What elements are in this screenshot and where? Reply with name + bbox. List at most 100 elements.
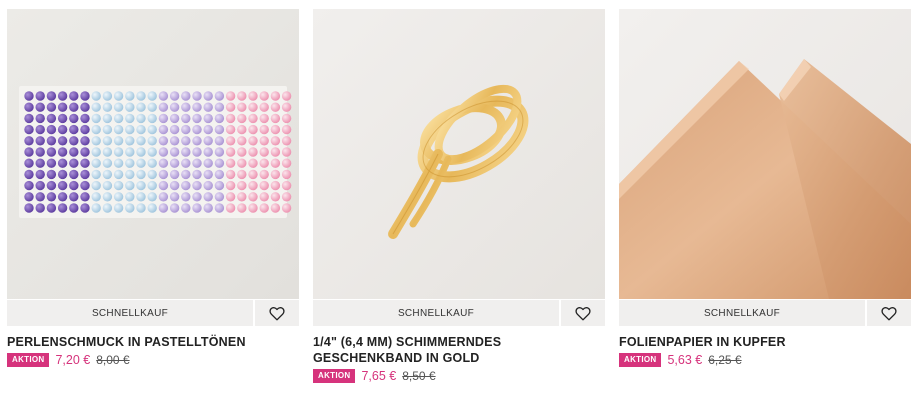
pearl-dot: [192, 113, 202, 124]
ribbon-image: [313, 9, 605, 299]
pearl-dot: [225, 113, 236, 124]
pearl-dot: [147, 136, 157, 146]
pearl-dot: [248, 102, 258, 112]
pearl-dot: [181, 192, 191, 202]
pearl-dot: [113, 113, 124, 124]
favorite-button[interactable]: [561, 300, 605, 326]
pearl-dot: [57, 113, 68, 124]
pearl-dot: [203, 113, 213, 124]
pearl-dot: [214, 192, 225, 202]
pearl-dot: [270, 192, 281, 202]
pearl-dot: [69, 113, 79, 124]
product-title[interactable]: 1/4" (6,4 MM) SCHIMMERNDES GESCHENKBAND …: [313, 334, 605, 366]
product-title[interactable]: FOLIENPAPIER IN KUPFER: [619, 334, 911, 350]
pearl-dot: [91, 169, 101, 180]
pearl-dot: [69, 203, 79, 213]
copper-foil-image: [619, 9, 911, 299]
pearl-dot: [203, 169, 213, 180]
pearl-dot: [192, 124, 202, 135]
product-title-line: 1/4" (6,4 MM) SCHIMMERNDES: [313, 335, 502, 349]
product-image[interactable]: [7, 9, 299, 299]
pearl-dot: [270, 113, 281, 124]
pearl-dot: [136, 158, 146, 168]
pearl-dot: [46, 158, 57, 168]
pearl-dot: [69, 169, 79, 180]
pearl-dot: [147, 203, 157, 213]
pearl-dot: [259, 124, 269, 135]
pearl-dot: [203, 203, 213, 213]
sale-price: 7,20 €: [55, 353, 91, 367]
quick-buy-button[interactable]: SCHNELLKAUF: [7, 300, 253, 326]
sale-badge: AKTION: [7, 353, 50, 367]
pearl-dot: [158, 158, 169, 168]
pearl-dot: [158, 147, 169, 157]
pearl-dot: [24, 203, 34, 213]
pearl-dot: [91, 192, 101, 202]
pearl-dot: [169, 158, 180, 168]
pearl-dot: [35, 124, 45, 135]
pearl-dot: [225, 124, 236, 135]
pearl-dot: [225, 102, 236, 112]
price-row: AKTION 7,65 € 8,50 €: [313, 368, 605, 384]
pearl-dot: [136, 147, 146, 157]
pearl-dot: [169, 124, 180, 135]
pearl-dot: [136, 203, 146, 213]
pearl-dot: [214, 147, 225, 157]
pearls-image: [7, 9, 299, 299]
pearl-dot: [192, 169, 202, 180]
product-image[interactable]: [313, 9, 605, 299]
pearl-dot: [192, 147, 202, 157]
pearl-dot: [80, 192, 90, 202]
pearl-dot: [281, 158, 292, 168]
pearl-dot: [192, 158, 202, 168]
pearl-dot: [102, 203, 113, 213]
favorite-button[interactable]: [867, 300, 911, 326]
pearl-dot: [259, 158, 269, 168]
pearl-dot: [259, 147, 269, 157]
pearl-dot: [113, 203, 124, 213]
pearl-dot: [203, 124, 213, 135]
pearl-dot: [46, 180, 57, 191]
pearl-dot: [248, 158, 258, 168]
pearl-dot: [113, 147, 124, 157]
favorite-button[interactable]: [255, 300, 299, 326]
pearl-dot: [147, 180, 157, 191]
pearl-dot: [24, 102, 34, 112]
quick-buy-button[interactable]: SCHNELLKAUF: [313, 300, 559, 326]
pearl-dot: [203, 136, 213, 146]
pearl-dot: [281, 91, 292, 101]
pearl-dot: [181, 91, 191, 101]
product-title[interactable]: PERLENSCHMUCK IN PASTELLTÖNEN: [7, 334, 299, 350]
pearl-dot: [169, 91, 180, 101]
pearl-dot: [69, 124, 79, 135]
pearl-dot: [181, 136, 191, 146]
pearl-dot: [281, 169, 292, 180]
pearl-dot: [125, 169, 135, 180]
pearl-dot: [237, 169, 247, 180]
pearl-dot: [147, 124, 157, 135]
pearl-dot: [136, 113, 146, 124]
product-image[interactable]: [619, 9, 911, 299]
pearl-dot: [125, 136, 135, 146]
pearl-dot: [57, 124, 68, 135]
pearl-dot: [158, 91, 169, 101]
pearl-dot: [214, 169, 225, 180]
sale-badge: AKTION: [313, 369, 356, 383]
heart-icon: [269, 306, 285, 321]
product-card: SCHNELLKAUF PERLENSCHMUCK IN PASTELLTÖNE…: [7, 9, 299, 368]
pearl-dot: [169, 203, 180, 213]
price-row: AKTION 5,63 € 6,25 €: [619, 352, 911, 368]
pearl-dot: [102, 158, 113, 168]
pearl-dot: [80, 136, 90, 146]
pearl-dot: [270, 136, 281, 146]
pearl-dot: [248, 203, 258, 213]
pearl-dot: [214, 136, 225, 146]
pearl-dot: [237, 147, 247, 157]
pearl-dot: [237, 102, 247, 112]
price-row: AKTION 7,20 € 8,00 €: [7, 352, 299, 368]
quick-buy-button[interactable]: SCHNELLKAUF: [619, 300, 865, 326]
pearl-dot: [281, 136, 292, 146]
pearl-dot: [203, 180, 213, 191]
pearl-dot: [225, 203, 236, 213]
pearl-dot: [270, 124, 281, 135]
